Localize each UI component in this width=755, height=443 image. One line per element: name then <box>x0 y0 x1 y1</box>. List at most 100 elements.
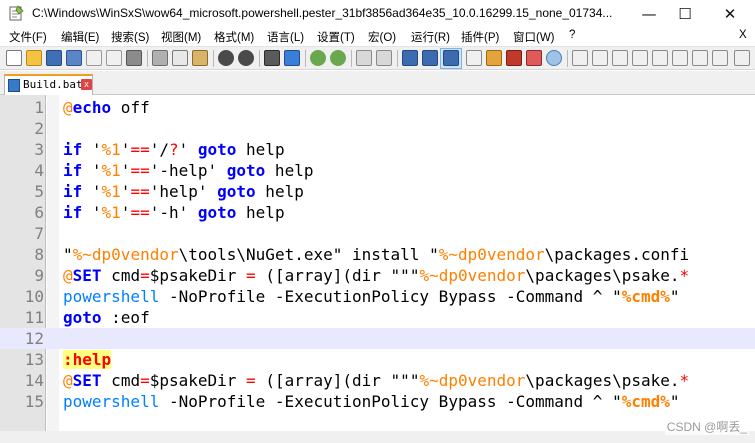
code-line[interactable]: 10 powershell -NoProfile -ExecutionPolicy… <box>0 286 755 307</box>
zoom-out-icon[interactable] <box>330 50 346 66</box>
line-number: 3 <box>34 140 44 159</box>
code-token: off <box>111 98 150 117</box>
code-line[interactable]: 7 <box>0 223 755 244</box>
code-token: cmd <box>101 266 141 285</box>
code-token: powershell <box>63 287 160 306</box>
menu-macro[interactable]: 宏(O) <box>368 29 396 45</box>
toolbar-separator <box>259 50 260 67</box>
code-token: == <box>130 161 150 180</box>
code-line[interactable]: 13 :help <box>0 349 755 370</box>
line-number: 1 <box>34 98 44 117</box>
end-icon[interactable] <box>712 50 728 66</box>
code-token: help <box>265 161 314 180</box>
sync-horizontal-icon[interactable] <box>376 50 392 66</box>
next-icon[interactable] <box>692 50 708 66</box>
code-token: -NoProfile -ExecutionPolicy Bypass -Comm… <box>159 287 622 306</box>
toolbar-separator <box>567 50 568 67</box>
menu-search[interactable]: 搜索(S) <box>111 29 149 45</box>
menu-file[interactable]: 文件(F) <box>9 29 47 45</box>
tab-build-bat[interactable]: Build.bat x <box>4 74 93 95</box>
line-text: if '%1'=='help' goto help <box>63 181 304 202</box>
code-token: goto <box>197 140 237 159</box>
code-editor[interactable]: 1 @echo off 2 3 if '%1'=='/?' goto help 4 if '… <box>0 95 755 431</box>
code-line[interactable]: 15 powershell -NoProfile -ExecutionPolicy… <box>0 391 755 412</box>
tab-close-icon[interactable]: x <box>81 79 92 90</box>
undo-icon[interactable] <box>218 50 234 66</box>
close-all-icon[interactable] <box>106 50 122 66</box>
maximize-button[interactable]: ☐ <box>664 0 706 27</box>
code-token: == <box>130 140 150 159</box>
code-line[interactable]: 8 "%~dp0vendor\tools\NuGet.exe" install "… <box>0 244 755 265</box>
code-line[interactable]: 4 if '%1'=='-help' goto help <box>0 160 755 181</box>
code-lines: 1 @echo off 2 3 if '%1'=='/?' goto help 4 if '… <box>0 97 755 412</box>
copy-icon[interactable] <box>172 50 188 66</box>
line-number: 5 <box>34 182 44 201</box>
close-file-icon[interactable] <box>86 50 102 66</box>
function-list-icon[interactable] <box>506 50 522 66</box>
menu-language[interactable]: 语言(L) <box>267 29 304 45</box>
folder-workspace-icon[interactable] <box>526 50 542 66</box>
zoom-in-icon[interactable] <box>310 50 326 66</box>
word-wrap-icon[interactable] <box>402 50 418 66</box>
code-token: ' <box>120 203 131 222</box>
line-number: 13 <box>24 350 44 369</box>
menu-close-doc[interactable]: X <box>739 29 747 41</box>
title-bar: C:\Windows\WinSxS\wow64_microsoft.powers… <box>0 0 755 27</box>
code-token: * <box>679 371 690 390</box>
replace-icon[interactable] <box>284 50 300 66</box>
code-token: goto <box>217 182 256 201</box>
paste-icon[interactable] <box>192 50 208 66</box>
code-line[interactable]: 9 @SET cmd=$psakeDir = ([array](dir """%~… <box>0 265 755 286</box>
menu-help[interactable]: ? <box>569 29 575 41</box>
menu-format[interactable]: 格式(M) <box>214 29 254 45</box>
line-text: :help <box>63 349 112 370</box>
record-macro-icon[interactable] <box>572 50 588 66</box>
line-number: 9 <box>34 266 44 285</box>
code-token: ' <box>120 161 131 180</box>
open-file-icon[interactable] <box>26 50 42 66</box>
show-all-chars-icon[interactable] <box>422 50 438 66</box>
code-token: " <box>669 287 680 306</box>
code-line[interactable]: 12 <box>0 328 755 349</box>
save-icon[interactable] <box>46 50 62 66</box>
monitoring-icon[interactable] <box>546 50 562 66</box>
find-icon[interactable] <box>264 50 280 66</box>
code-token: $psakeDir <box>149 371 247 390</box>
play-macro-icon[interactable] <box>612 50 628 66</box>
code-token: " <box>63 245 73 264</box>
print-icon[interactable] <box>126 50 142 66</box>
language-icon[interactable] <box>466 50 482 66</box>
sync-vertical-icon[interactable] <box>356 50 372 66</box>
save-all-icon[interactable] <box>66 50 82 66</box>
line-number: 8 <box>34 245 44 264</box>
code-line[interactable]: 1 @echo off <box>0 97 755 118</box>
line-text: "%~dp0vendor\tools\NuGet.exe" install "%… <box>63 244 689 265</box>
code-line[interactable]: 11 goto :eof <box>0 307 755 328</box>
code-line[interactable]: 6 if '%1'=='-h' goto help <box>0 202 755 223</box>
play-multiple-icon[interactable] <box>632 50 648 66</box>
menu-settings[interactable]: 设置(T) <box>317 29 355 45</box>
redo-icon[interactable] <box>238 50 254 66</box>
new-file-icon[interactable] <box>6 50 22 66</box>
menu-view[interactable]: 视图(M) <box>161 29 201 45</box>
close-button[interactable]: ✕ <box>709 0 751 27</box>
code-line[interactable]: 14 @SET cmd=$psakeDir = ([array](dir """%… <box>0 370 755 391</box>
code-line[interactable]: 5 if '%1'=='help' goto help <box>0 181 755 202</box>
code-token: %1 <box>101 182 121 201</box>
menu-window[interactable]: 窗口(W) <box>513 29 555 45</box>
menu-plugins[interactable]: 插件(P) <box>461 29 499 45</box>
menu-run[interactable]: 运行(R) <box>411 29 450 45</box>
doc-map-icon[interactable] <box>486 50 502 66</box>
run-icon[interactable] <box>672 50 688 66</box>
code-token: " <box>669 392 680 411</box>
code-token: goto <box>63 308 102 327</box>
code-line[interactable]: 3 if '%1'=='/?' goto help <box>0 139 755 160</box>
menu-edit[interactable]: 编辑(E) <box>61 29 99 45</box>
cut-icon[interactable] <box>152 50 168 66</box>
save-macro-icon[interactable] <box>652 50 668 66</box>
code-line[interactable]: 2 <box>0 118 755 139</box>
line-number: 2 <box>34 119 44 138</box>
indent-guide-icon <box>443 50 459 66</box>
toolbar-overflow-icon[interactable] <box>734 50 750 66</box>
stop-macro-icon[interactable] <box>592 50 608 66</box>
